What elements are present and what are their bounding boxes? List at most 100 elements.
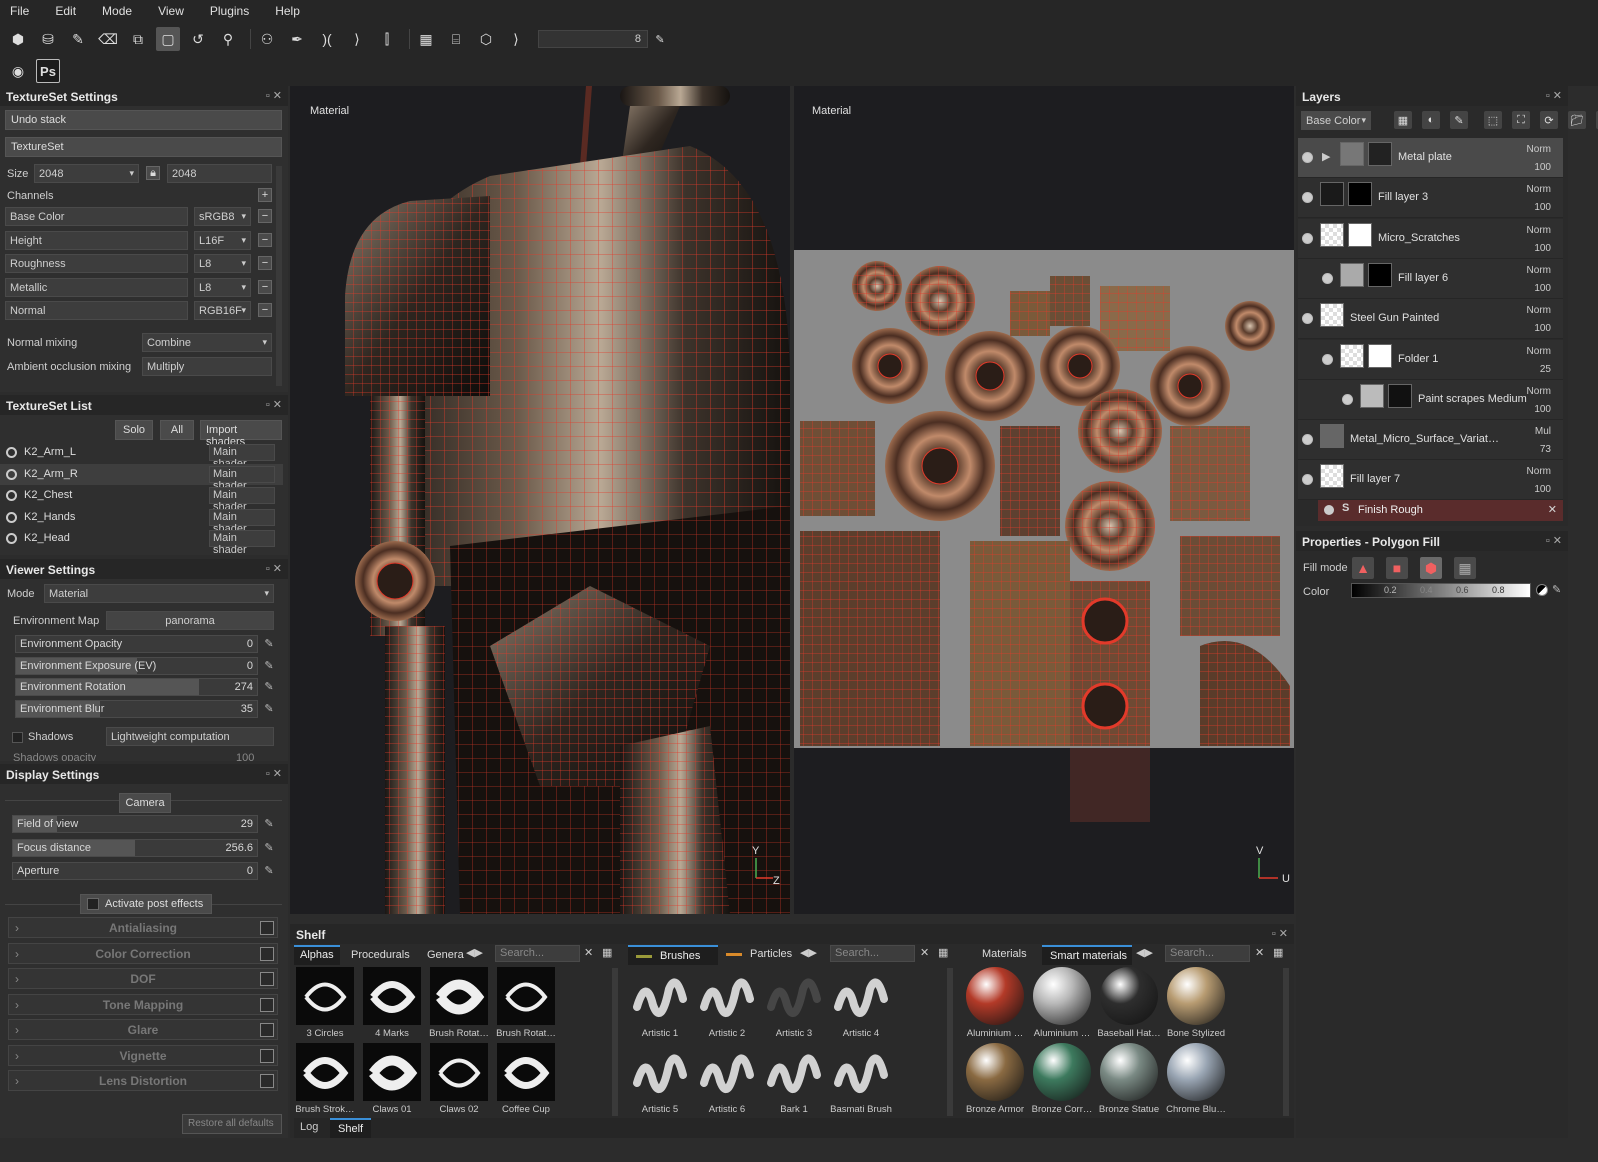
edit-pencil-icon[interactable]: ✎: [1552, 583, 1561, 596]
undo-stack-button[interactable]: Undo stack: [5, 110, 282, 130]
layer-opacity[interactable]: 100: [1534, 243, 1551, 254]
shader-button[interactable]: Main shader: [209, 508, 275, 535]
brush-thumbnail[interactable]: [832, 1043, 890, 1101]
value-slider[interactable]: Focus distance 256.6: [12, 838, 258, 857]
blend-mode[interactable]: Norm: [1527, 225, 1551, 236]
edit-pencil-icon[interactable]: ✎: [262, 637, 276, 651]
app-logo-icon[interactable]: ⬢: [6, 27, 30, 51]
shadows-checkbox[interactable]: [12, 732, 23, 743]
camera-tab-button[interactable]: Camera: [119, 793, 171, 813]
menu-mode[interactable]: Mode: [102, 4, 132, 18]
eye-icon[interactable]: [1302, 474, 1313, 486]
material-sphere[interactable]: [1167, 1043, 1225, 1101]
layer-row[interactable]: Fill layer 6 Norm 100: [1298, 258, 1563, 299]
material-sphere[interactable]: [966, 967, 1024, 1025]
brush-size-slider[interactable]: 8: [538, 30, 648, 48]
brush-thumbnail[interactable]: [832, 967, 890, 1025]
menu-view[interactable]: View: [158, 4, 184, 18]
post-effect-row[interactable]: › DOF: [8, 968, 278, 989]
layer-opacity[interactable]: 25: [1540, 364, 1551, 375]
channel-format-dropdown[interactable]: sRGB8: [194, 207, 251, 226]
brush-layer-icon[interactable]: ✎: [1450, 111, 1468, 129]
material-sphere[interactable]: [1033, 967, 1091, 1025]
brush-thumbnail[interactable]: [765, 967, 823, 1025]
textureset-button[interactable]: TextureSet: [5, 137, 282, 157]
brush-thumbnail[interactable]: [631, 1043, 689, 1101]
blend-mode[interactable]: Norm: [1527, 386, 1551, 397]
post-effect-row[interactable]: › Tone Mapping: [8, 993, 278, 1015]
texture-view-icon[interactable]: ▦: [414, 27, 438, 51]
checkbox-icon[interactable]: [260, 921, 274, 935]
shader-button[interactable]: Main shader: [209, 530, 275, 556]
triangle-fill-icon[interactable]: ▲: [1352, 557, 1374, 579]
edit-pencil-icon[interactable]: ✎: [262, 659, 276, 673]
close-icon[interactable]: ▫ ✕: [1546, 534, 1562, 547]
textureset-row[interactable]: K2_Chest Main shader: [0, 485, 283, 513]
import-shaders-button[interactable]: Import shaders: [200, 420, 282, 448]
effect-row[interactable]: S Finish Rough ✕: [1318, 500, 1563, 521]
solo-button[interactable]: Solo: [115, 420, 153, 440]
brush-thumbnail[interactable]: [698, 967, 756, 1025]
close-icon[interactable]: ▫ ✕: [1546, 89, 1562, 102]
textureset-row[interactable]: K2_Arm_R Main shader: [0, 463, 283, 492]
clear-search-icon[interactable]: ✕: [584, 946, 593, 959]
eraser-icon[interactable]: ⌫: [96, 27, 120, 51]
layer-opacity[interactable]: 100: [1534, 283, 1551, 294]
shadows-mode-field[interactable]: Lightweight computation: [106, 727, 274, 746]
brush-thumbnail[interactable]: [698, 1043, 756, 1101]
close-icon[interactable]: ▫ ✕: [266, 89, 282, 102]
mirror-icon[interactable]: ⟩: [345, 27, 369, 51]
post-effect-row[interactable]: › Glare: [8, 1019, 278, 1040]
checkbox-icon[interactable]: [260, 1074, 274, 1088]
value-slider[interactable]: Environment Blur 35: [15, 699, 258, 718]
alpha-thumbnail[interactable]: [363, 1043, 421, 1101]
menu-help[interactable]: Help: [275, 4, 300, 18]
alpha-thumbnail[interactable]: [497, 1043, 555, 1101]
photoshop-export-icon[interactable]: Ps: [36, 59, 60, 83]
tabs-arrow-icon[interactable]: ◀▶: [800, 946, 817, 959]
radio-icon[interactable]: [6, 447, 17, 458]
edit-pencil-icon[interactable]: ✎: [262, 702, 276, 716]
material-sphere[interactable]: [966, 1043, 1024, 1101]
3d-view-icon[interactable]: ⬡: [474, 27, 498, 51]
size-field-2[interactable]: 2048: [167, 164, 272, 183]
tab-procedurals[interactable]: Procedurals: [351, 949, 410, 961]
clear-search-icon[interactable]: ✕: [1255, 946, 1264, 959]
layer-opacity[interactable]: 73: [1540, 444, 1551, 455]
alpha-thumbnail[interactable]: [296, 1043, 354, 1101]
edit-pencil-icon[interactable]: ✎: [262, 841, 276, 855]
all-button[interactable]: All: [160, 420, 194, 440]
layer-opacity[interactable]: 100: [1534, 202, 1551, 213]
add-paint-layer-icon[interactable]: ⛶: [1512, 111, 1530, 129]
layer-opacity[interactable]: 100: [1534, 484, 1551, 495]
shelf-search-1[interactable]: Search...: [495, 945, 580, 962]
eye-icon[interactable]: [1302, 192, 1313, 204]
projection-icon[interactable]: ⧉: [126, 27, 150, 51]
smudge-icon[interactable]: ↺: [186, 27, 210, 51]
layer-row[interactable]: Steel Gun Painted Norm 100: [1298, 299, 1563, 340]
scrollbar[interactable]: [947, 968, 953, 1116]
shelf-search-2[interactable]: Search...: [830, 945, 915, 962]
paint-brush-icon[interactable]: ✎: [66, 27, 90, 51]
close-icon[interactable]: ▫ ✕: [1272, 927, 1288, 940]
normal-mixing-dropdown[interactable]: Combine: [142, 333, 272, 352]
add-effect-icon[interactable]: ◐: [1422, 111, 1440, 129]
alpha-thumbnail[interactable]: [363, 967, 421, 1025]
close-icon[interactable]: ▫ ✕: [266, 398, 282, 411]
brush-thumbnail[interactable]: [765, 1043, 823, 1101]
eye-icon[interactable]: [1302, 313, 1313, 325]
tab-shelf[interactable]: Shelf: [330, 1118, 372, 1138]
radio-icon[interactable]: [6, 490, 17, 501]
eye-icon[interactable]: [1302, 434, 1313, 446]
size-dropdown[interactable]: 2048: [34, 164, 139, 183]
grid-view-icon[interactable]: ▦: [602, 946, 612, 959]
add-mask-icon[interactable]: ▦: [1394, 111, 1412, 129]
layer-row[interactable]: Paint scrapes Medium Norm 100: [1298, 379, 1563, 420]
grid-view-icon[interactable]: ▦: [938, 946, 948, 959]
textureset-row[interactable]: K2_Head Main shader: [0, 528, 283, 556]
symmetry-icon[interactable]: )(: [315, 27, 339, 51]
layer-row[interactable]: Metal_Micro_Surface_Variat… Mul 73: [1298, 420, 1563, 461]
remove-channel-icon[interactable]: −: [258, 232, 272, 247]
textureset-row[interactable]: K2_Arm_L Main shader: [0, 442, 283, 470]
layer-channel-dropdown[interactable]: Base Color: [1301, 111, 1371, 130]
